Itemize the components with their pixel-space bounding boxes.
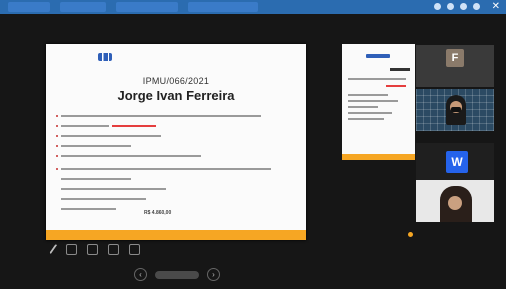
browser-tab[interactable] (188, 2, 258, 12)
logo-mark-icon (98, 53, 112, 61)
participant-tile[interactable]: F (416, 45, 494, 87)
document-line (56, 195, 296, 203)
participant-avatar: W (446, 151, 468, 173)
shared-document-slide: IPMU/066/2021 Jorge Ivan Ferreira R$ 4.8… (46, 44, 306, 240)
tray-icon[interactable] (434, 3, 441, 10)
document-value: R$ 4.860,00 (144, 210, 172, 216)
participant-video-tile[interactable] (416, 180, 494, 222)
scroll-indicator[interactable] (408, 232, 413, 237)
tray-icon[interactable] (460, 3, 467, 10)
document-line (56, 152, 296, 160)
thumbnail-line (348, 94, 388, 96)
browser-tab[interactable] (60, 2, 106, 12)
slide-counter (155, 270, 199, 279)
fullscreen-icon[interactable] (129, 244, 140, 255)
chevron-right-icon[interactable]: › (207, 268, 220, 281)
annotation-toolbar (49, 243, 140, 256)
tray-icon[interactable] (447, 3, 454, 10)
browser-tab[interactable] (116, 2, 178, 12)
close-icon[interactable]: ✕ (492, 1, 500, 13)
document-line (56, 112, 296, 120)
system-tray (434, 3, 480, 10)
document-body (56, 112, 296, 215)
copy-icon[interactable] (66, 244, 77, 255)
slide-pager: ‹ › (134, 268, 220, 281)
chevron-left-icon[interactable]: ‹ (134, 268, 147, 281)
institution-logo (98, 53, 116, 61)
slide-thumbnail[interactable] (342, 44, 415, 160)
document-footer-band (46, 230, 306, 240)
participant-face (448, 196, 462, 210)
thumbnail-line (348, 112, 392, 114)
participant-tile[interactable]: W (416, 143, 494, 185)
document-line (56, 142, 296, 150)
participant-video-tile[interactable] (416, 89, 494, 131)
document-person-name: Jorge Ivan Ferreira (117, 88, 235, 103)
thumbnail-line (348, 106, 378, 108)
face-mask (451, 107, 461, 112)
tray-icon[interactable] (473, 3, 480, 10)
thumbnail-title (390, 68, 410, 71)
document-code: IPMU/066/2021 (142, 76, 210, 86)
document-line (56, 165, 296, 173)
document-line (56, 132, 296, 140)
window-topbar: ✕ (0, 0, 506, 14)
document-line (56, 185, 296, 193)
participant-avatar: F (446, 49, 464, 67)
thumbnail-footer (342, 154, 415, 160)
document-line (56, 205, 296, 213)
thumbnail-highlight (386, 85, 406, 87)
settings-icon[interactable] (108, 244, 119, 255)
thumbnail-line (348, 100, 398, 102)
thumbnail-logo (366, 54, 390, 58)
document-line (56, 175, 296, 183)
document-line (56, 122, 296, 130)
thumbnail-line (348, 118, 384, 120)
thumbnail-line (348, 78, 406, 80)
browser-tab[interactable] (8, 2, 50, 12)
zoom-icon[interactable] (87, 244, 98, 255)
